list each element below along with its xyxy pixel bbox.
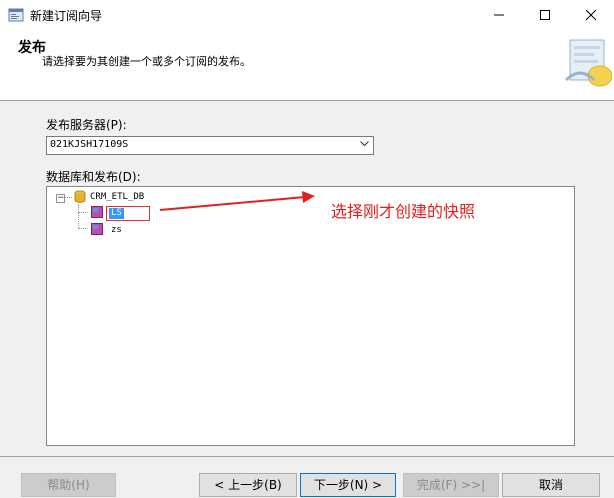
maximize-icon <box>540 10 550 20</box>
title-bar: 新建订阅向导 <box>0 0 614 30</box>
annotation-text: 选择刚才创建的快照 <box>331 202 476 221</box>
finish-button[interactable]: 完成(F) >>| <box>403 473 499 497</box>
help-button[interactable]: 帮助(H) <box>21 473 116 497</box>
database-icon <box>74 190 86 203</box>
window-title: 新建订阅向导 <box>30 9 103 23</box>
minimize-button[interactable] <box>476 0 522 30</box>
publications-tree[interactable]: − CRM_ETL_DB LS zs <box>46 186 575 446</box>
tree-node-database[interactable]: CRM_ETL_DB <box>90 192 144 202</box>
app-icon <box>8 8 24 22</box>
wizard-graphic-icon <box>564 39 612 87</box>
tree-node-publication-selected[interactable]: LS <box>106 206 150 221</box>
publisher-select[interactable]: 021KJSH17109S <box>46 136 374 155</box>
footer-divider <box>0 456 614 457</box>
publisher-select-value: 021KJSH17109S <box>50 139 129 150</box>
annotation-arrow <box>159 191 315 211</box>
publication-icon <box>91 206 103 218</box>
next-button[interactable]: 下一步(N) > <box>300 473 396 497</box>
cancel-button[interactable]: 取消 <box>502 473 600 497</box>
minimize-icon <box>494 14 504 16</box>
tree-line <box>78 228 88 229</box>
publisher-label: 发布服务器(P): <box>46 118 127 132</box>
tree-line <box>65 197 72 198</box>
tree-line <box>78 204 79 228</box>
close-button[interactable] <box>568 0 614 30</box>
tree-node-publication[interactable]: zs <box>111 225 122 235</box>
page-subtitle: 请选择要为其创建一个或多个订阅的发布。 <box>42 55 251 68</box>
tree-line <box>78 212 88 213</box>
close-icon <box>585 9 597 21</box>
tree-expander[interactable]: − <box>56 194 65 203</box>
maximize-button[interactable] <box>522 0 568 30</box>
back-button[interactable]: < 上一步(B) <box>199 473 297 497</box>
publication-icon <box>91 223 103 235</box>
publications-label: 数据库和发布(D): <box>46 170 141 184</box>
wizard-header: 发布 请选择要为其创建一个或多个订阅的发布。 <box>0 30 614 101</box>
tree-node-label: LS <box>109 208 124 219</box>
dropdown-arrow-icon <box>360 141 369 147</box>
